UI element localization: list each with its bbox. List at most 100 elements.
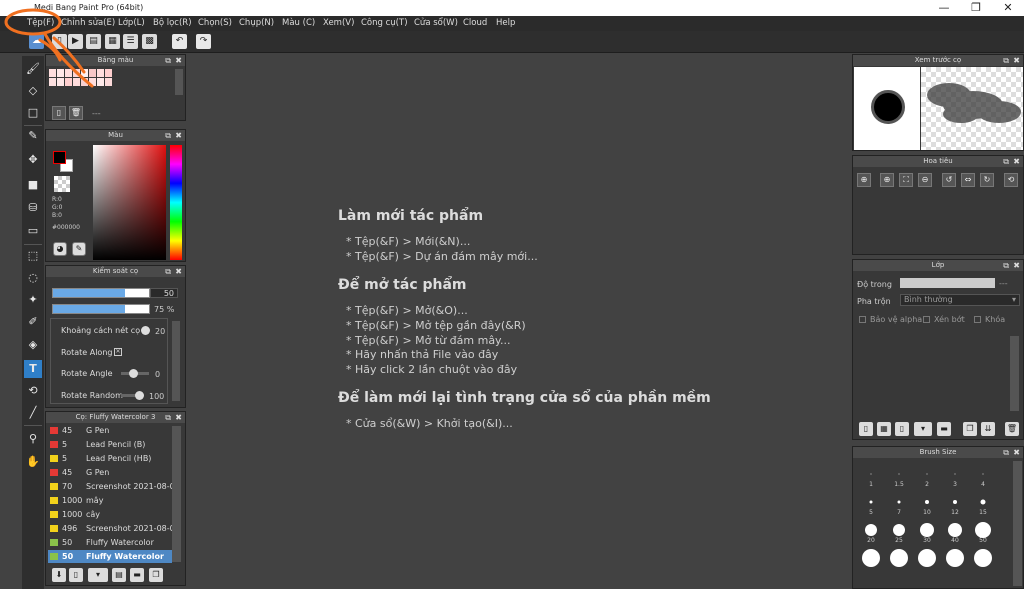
canvas-area[interactable]: Làm mới tác phẩm * Tệp(&F) > Mới(&N)... … <box>188 53 851 589</box>
operation-tool-icon[interactable]: ⟲ <box>24 382 42 400</box>
maximize-button[interactable]: ❐ <box>960 0 992 16</box>
hand-tool-icon[interactable]: ✋ <box>24 453 42 471</box>
merge-icon[interactable]: ⇊ <box>981 422 995 436</box>
duplicate-icon[interactable]: ❐ <box>963 422 977 436</box>
select-eraser-tool-icon[interactable]: ◈ <box>24 336 42 354</box>
add-layer-icon[interactable]: ▾ <box>914 422 932 436</box>
bucket-tool-icon[interactable]: ⛁ <box>24 199 42 217</box>
transparent-color[interactable] <box>54 176 70 192</box>
rotate-angle-knob[interactable] <box>129 369 138 378</box>
undock-icon[interactable]: ⧉ <box>165 412 171 423</box>
hue-slider[interactable] <box>170 145 182 260</box>
brush-opacity-slider[interactable] <box>52 304 150 314</box>
palette-icon[interactable]: ◕ <box>53 242 67 256</box>
divide-tool-icon[interactable]: ╱ <box>24 404 42 422</box>
scrollbar[interactable] <box>1010 336 1019 411</box>
close-icon[interactable]: ✖ <box>1013 156 1020 167</box>
rotate-along-checkbox[interactable]: ✕ <box>114 348 122 356</box>
brush-size-cell[interactable]: 10 <box>914 490 940 516</box>
brush-size-cell[interactable]: 12 <box>942 490 968 516</box>
menu-tools[interactable]: Công cụ(T) <box>361 18 408 28</box>
brush-size-cell[interactable]: 50 <box>970 518 996 544</box>
minimize-button[interactable]: — <box>928 0 960 16</box>
undock-icon[interactable]: ⧉ <box>165 130 171 141</box>
rotate-right-icon[interactable]: ↻ <box>980 173 994 187</box>
flip-icon[interactable]: ⇔ <box>961 173 975 187</box>
brush-list-item[interactable]: 50 Fluffy Watercolor <box>48 550 172 563</box>
redo-icon[interactable]: ↷ <box>196 34 211 49</box>
lasso-tool-icon[interactable]: ◌ <box>24 269 42 287</box>
new-halftone-layer-icon[interactable]: ▦ <box>877 422 891 436</box>
menu-window[interactable]: Cửa sổ(W) <box>414 18 458 28</box>
brush-list-item[interactable]: 45 G Pen <box>48 466 172 479</box>
brush-list-item[interactable]: 5 Lead Pencil (HB) <box>48 452 172 465</box>
brush-size-cell[interactable]: 1.5 <box>886 462 912 488</box>
brush-list-item[interactable]: 50 Fluffy Watercolor <box>48 536 172 549</box>
new-brush-icon[interactable]: ▯ <box>69 568 83 582</box>
close-icon[interactable]: ✖ <box>175 412 182 423</box>
folder-icon[interactable]: ▬ <box>130 568 144 582</box>
brush-size-cell[interactable]: 3 <box>942 462 968 488</box>
brush-size-value[interactable]: 50 <box>150 288 178 298</box>
close-icon[interactable]: ✖ <box>1013 55 1020 66</box>
gradient-tool-icon[interactable]: ▭ <box>24 222 42 240</box>
brush-size-cell[interactable]: 25 <box>886 518 912 544</box>
reset-view-icon[interactable]: ⟲ <box>1004 173 1018 187</box>
menu-snap[interactable]: Chụp(N) <box>239 18 274 28</box>
select-tool-icon[interactable]: ⬚ <box>24 247 42 265</box>
pen-tool-icon[interactable]: ✎ <box>24 127 42 145</box>
brush-size-cell[interactable] <box>886 546 912 572</box>
zoom-out-icon[interactable]: ⊖ <box>918 173 932 187</box>
close-icon[interactable]: ✖ <box>1013 260 1020 271</box>
brush-size-cell[interactable] <box>914 546 940 572</box>
menu-help[interactable]: Help <box>496 18 515 28</box>
spacing-knob[interactable] <box>141 326 150 335</box>
brush-size-cell[interactable]: 2 <box>914 462 940 488</box>
brush-size-cell[interactable]: 40 <box>942 518 968 544</box>
new-palette-icon[interactable]: ▯ <box>52 106 66 120</box>
duplicate-icon[interactable]: ❐ <box>149 568 163 582</box>
fit-icon[interactable]: ⛶ <box>899 173 913 187</box>
menu-color[interactable]: Màu (C) <box>282 18 315 28</box>
brush-list-item[interactable]: 5 Lead Pencil (B) <box>48 438 172 451</box>
dot-tool-icon[interactable]: □ <box>24 104 42 122</box>
select-pen-tool-icon[interactable]: ✐ <box>24 313 42 331</box>
undock-icon[interactable]: ⧉ <box>1003 156 1009 167</box>
undock-icon[interactable]: ⧉ <box>1003 447 1009 458</box>
scrollbar[interactable] <box>172 426 181 562</box>
folder-icon[interactable]: ▬ <box>937 422 951 436</box>
close-icon[interactable]: ✖ <box>175 266 182 277</box>
brush-size-cell[interactable] <box>970 546 996 572</box>
close-icon[interactable]: ✖ <box>175 55 182 66</box>
dropper-icon[interactable]: ✎ <box>72 242 86 256</box>
protect-alpha-checkbox[interactable] <box>859 316 866 323</box>
text-tool-icon[interactable]: T <box>24 360 42 378</box>
layer-opacity-slider[interactable] <box>900 278 995 288</box>
close-button[interactable]: ✕ <box>992 0 1024 16</box>
undo-icon[interactable]: ↶ <box>172 34 187 49</box>
brush-size-cell[interactable]: 5 <box>858 490 884 516</box>
scrollbar[interactable] <box>172 321 180 401</box>
trash-icon[interactable]: 🗑 <box>69 106 83 120</box>
blend-mode-select[interactable]: Bình thường ▾ <box>900 294 1020 306</box>
brush-size-cell[interactable]: 30 <box>914 518 940 544</box>
zoom-in-alt-icon[interactable]: ⊕ <box>880 173 894 187</box>
scrollbar[interactable] <box>1013 461 1022 586</box>
undock-icon[interactable]: ⧉ <box>165 55 171 66</box>
move-tool-icon[interactable]: ✥ <box>24 151 42 169</box>
zoom-in-icon[interactable]: ⊕ <box>857 173 871 187</box>
brush-list-item[interactable]: 1000 cây <box>48 508 172 521</box>
brush-size-cell[interactable] <box>858 546 884 572</box>
rotate-left-icon[interactable]: ↺ <box>942 173 956 187</box>
eyedropper-tool-icon[interactable]: ⚲ <box>24 430 42 448</box>
lock-checkbox[interactable] <box>974 316 981 323</box>
saturation-value-picker[interactable] <box>93 145 166 260</box>
fill-rect-tool-icon[interactable]: ■ <box>24 176 42 194</box>
menu-select[interactable]: Chọn(S) <box>198 18 232 28</box>
magic-wand-tool-icon[interactable]: ✦ <box>24 291 42 309</box>
brush-size-cell[interactable]: 20 <box>858 518 884 544</box>
brush-size-cell[interactable]: 4 <box>970 462 996 488</box>
scrollbar[interactable] <box>175 69 183 95</box>
close-icon[interactable]: ✖ <box>1013 447 1020 458</box>
cloud-download-icon[interactable]: ⬇ <box>52 568 66 582</box>
